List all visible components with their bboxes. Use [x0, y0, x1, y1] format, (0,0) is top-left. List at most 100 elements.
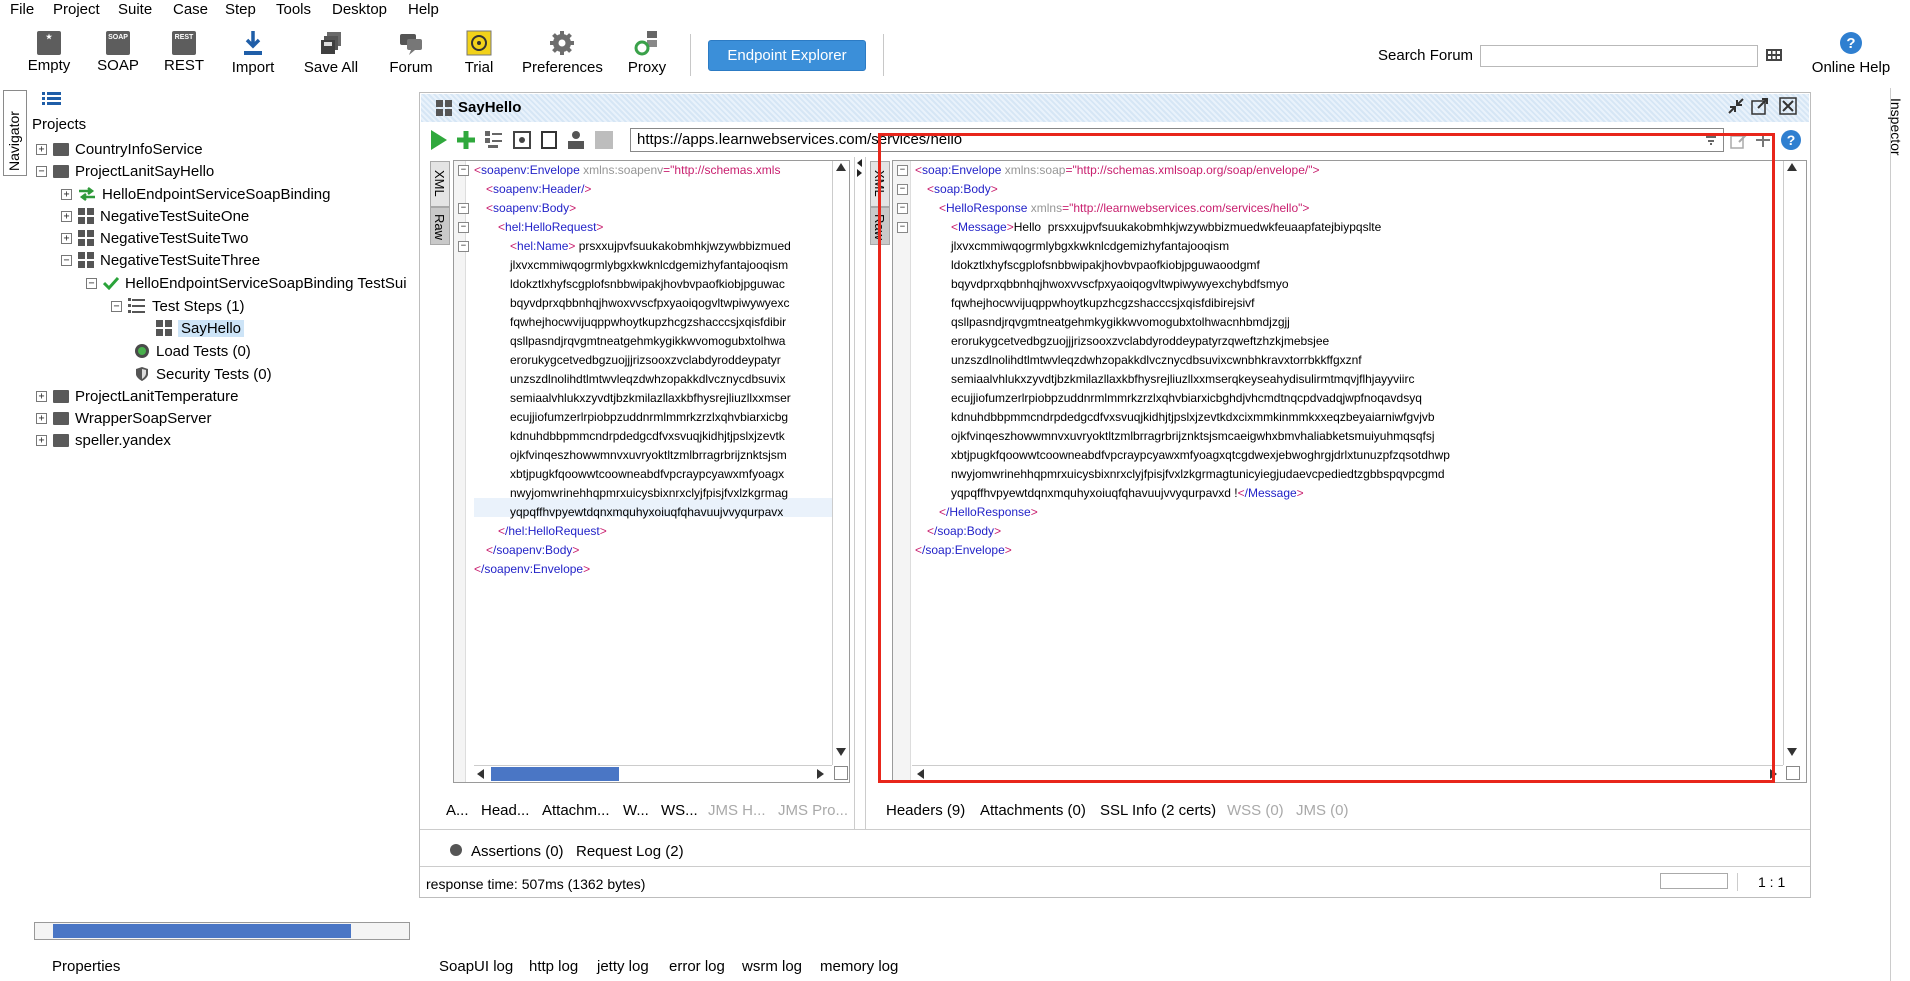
menu-tools[interactable]: Tools	[276, 1, 311, 18]
collapse-icon[interactable]: −	[86, 277, 97, 289]
scroll-down-icon[interactable]	[1787, 748, 1797, 756]
tree-horizontal-scrollbar[interactable]	[34, 922, 410, 940]
tab-attachments[interactable]: Attachm...	[542, 802, 610, 819]
import-button[interactable]: Import	[226, 26, 280, 76]
maximize-icon[interactable]	[1751, 97, 1769, 115]
zoom-icon[interactable]	[834, 766, 848, 780]
fold-icon[interactable]: −	[458, 203, 469, 214]
soap-button[interactable]: SOAP SOAP	[96, 26, 140, 74]
forum-button[interactable]: Forum	[386, 26, 436, 76]
tree-item-projectlanitsayhello[interactable]: − ProjectLanitSayHello	[36, 161, 214, 181]
menu-desktop[interactable]: Desktop	[332, 1, 387, 18]
expand-icon[interactable]: +	[36, 412, 47, 424]
scroll-down-icon[interactable]	[836, 748, 846, 756]
pane-splitter[interactable]	[854, 157, 866, 829]
collapse-right-icon[interactable]	[857, 169, 862, 177]
navigator-tab[interactable]: Navigator	[3, 90, 27, 176]
tree-item-negative-three[interactable]: − NegativeTestSuiteThree	[61, 250, 260, 270]
run-icon[interactable]	[429, 129, 449, 151]
menu-suite[interactable]: Suite	[118, 1, 152, 18]
tree-item-speller-yandex[interactable]: + speller.yandex	[36, 430, 171, 450]
response-vertical-scrollbar[interactable]	[1783, 161, 1799, 765]
document-icon[interactable]	[540, 131, 558, 149]
scrollbar-thumb[interactable]	[491, 767, 619, 781]
endpoint-explorer-button[interactable]: Endpoint Explorer	[708, 40, 866, 71]
request-horizontal-scrollbar[interactable]	[474, 765, 832, 782]
menu-help[interactable]: Help	[408, 1, 439, 18]
tab-wss[interactable]: WSS (0)	[1227, 802, 1284, 819]
request-xml-tab[interactable]: XML	[430, 161, 450, 207]
tab-wsrm-log[interactable]: wsrm log	[742, 958, 802, 975]
tab-jms-properties[interactable]: JMS Pro...	[778, 802, 848, 819]
save-all-button[interactable]: Save All	[301, 26, 361, 76]
tab-auth[interactable]: A...	[446, 802, 469, 819]
zoom-icon[interactable]	[1786, 766, 1800, 780]
tree-item-security-tests[interactable]: Security Tests (0)	[134, 364, 272, 384]
collapse-icon[interactable]: −	[36, 165, 47, 177]
rest-button[interactable]: REST REST	[162, 26, 206, 74]
scroll-right-icon[interactable]	[817, 769, 824, 779]
tab-soapui-log[interactable]: SoapUI log	[439, 958, 513, 975]
fold-icon[interactable]: −	[458, 222, 469, 233]
tab-memory-log[interactable]: memory log	[820, 958, 898, 975]
scroll-up-icon[interactable]	[1787, 163, 1797, 171]
expand-icon[interactable]: +	[36, 390, 47, 402]
tree-item-hello-testsuite[interactable]: − HelloEndpointServiceSoapBinding TestSu…	[86, 273, 407, 293]
properties-tab[interactable]: Properties	[52, 958, 120, 975]
menu-project[interactable]: Project	[53, 1, 100, 18]
preferences-button[interactable]: Preferences	[522, 26, 603, 76]
expand-icon[interactable]: +	[61, 232, 72, 244]
add-icon[interactable]	[456, 130, 476, 150]
expand-icon[interactable]: +	[36, 434, 47, 446]
request-log-tab[interactable]: Request Log (2)	[576, 843, 684, 860]
menu-case[interactable]: Case	[173, 1, 208, 18]
scroll-left-icon[interactable]	[477, 769, 484, 779]
empty-button[interactable]: ★ Empty	[27, 26, 71, 74]
help-icon[interactable]: ?	[1780, 129, 1802, 151]
tree-item-wrappersoapserver[interactable]: + WrapperSoapServer	[36, 408, 211, 428]
menu-step[interactable]: Step	[225, 1, 256, 18]
request-raw-tab[interactable]: Raw	[430, 207, 450, 245]
tree-item-sayhello[interactable]: SayHello	[156, 318, 245, 338]
list-view-icon[interactable]	[42, 92, 62, 106]
close-icon[interactable]	[1779, 97, 1797, 115]
tab-jms-headers[interactable]: JMS H...	[708, 802, 766, 819]
tree-item-countryinfoservice[interactable]: + CountryInfoService	[36, 139, 203, 159]
tree-item-negative-two[interactable]: + NegativeTestSuiteTwo	[61, 228, 248, 248]
tab-http-log[interactable]: http log	[529, 958, 578, 975]
search-forum-input[interactable]	[1480, 45, 1758, 67]
search-go-icon[interactable]	[1765, 47, 1783, 63]
stop-icon[interactable]	[595, 131, 613, 149]
expand-icon[interactable]: +	[61, 188, 72, 200]
tab-response-headers[interactable]: Headers (9)	[886, 802, 965, 819]
collapse-left-icon[interactable]	[857, 159, 862, 167]
tab-headers[interactable]: Head...	[481, 802, 529, 819]
online-help-button[interactable]: ? Online Help	[1810, 30, 1892, 76]
assertions-tab[interactable]: Assertions (0)	[471, 843, 564, 860]
tree-item-projectlanittemperature[interactable]: + ProjectLanitTemperature	[36, 386, 238, 406]
request-vertical-scrollbar[interactable]	[832, 161, 848, 765]
tree-item-test-steps[interactable]: − Test Steps (1)	[111, 296, 245, 316]
tab-jetty-log[interactable]: jetty log	[597, 958, 649, 975]
create-testcase-icon[interactable]	[485, 131, 503, 149]
expand-icon[interactable]: +	[61, 210, 72, 222]
tab-ws-addressing[interactable]: W...	[623, 802, 649, 819]
collapse-icon[interactable]: −	[61, 254, 72, 266]
tab-error-log[interactable]: error log	[669, 958, 725, 975]
trial-button[interactable]: Trial	[458, 26, 500, 76]
tab-response-attachments[interactable]: Attachments (0)	[980, 802, 1086, 819]
tree-item-hello-binding[interactable]: + HelloEndpointServiceSoapBinding	[61, 184, 331, 204]
tab-ws-rm[interactable]: WS...	[661, 802, 698, 819]
scroll-up-icon[interactable]	[836, 163, 846, 171]
proxy-button[interactable]: Proxy	[626, 26, 668, 76]
fold-icon[interactable]: −	[458, 241, 469, 252]
user-icon[interactable]	[567, 130, 585, 150]
tab-ssl-info[interactable]: SSL Info (2 certs)	[1100, 802, 1216, 819]
tab-jms[interactable]: JMS (0)	[1296, 802, 1349, 819]
menu-file[interactable]: File	[10, 1, 34, 18]
scrollbar-thumb[interactable]	[53, 924, 351, 938]
collapse-icon[interactable]: −	[111, 300, 122, 312]
tree-item-load-tests[interactable]: Load Tests (0)	[134, 341, 251, 361]
expand-icon[interactable]: +	[36, 143, 47, 155]
tree-item-negative-one[interactable]: + NegativeTestSuiteOne	[61, 206, 249, 226]
